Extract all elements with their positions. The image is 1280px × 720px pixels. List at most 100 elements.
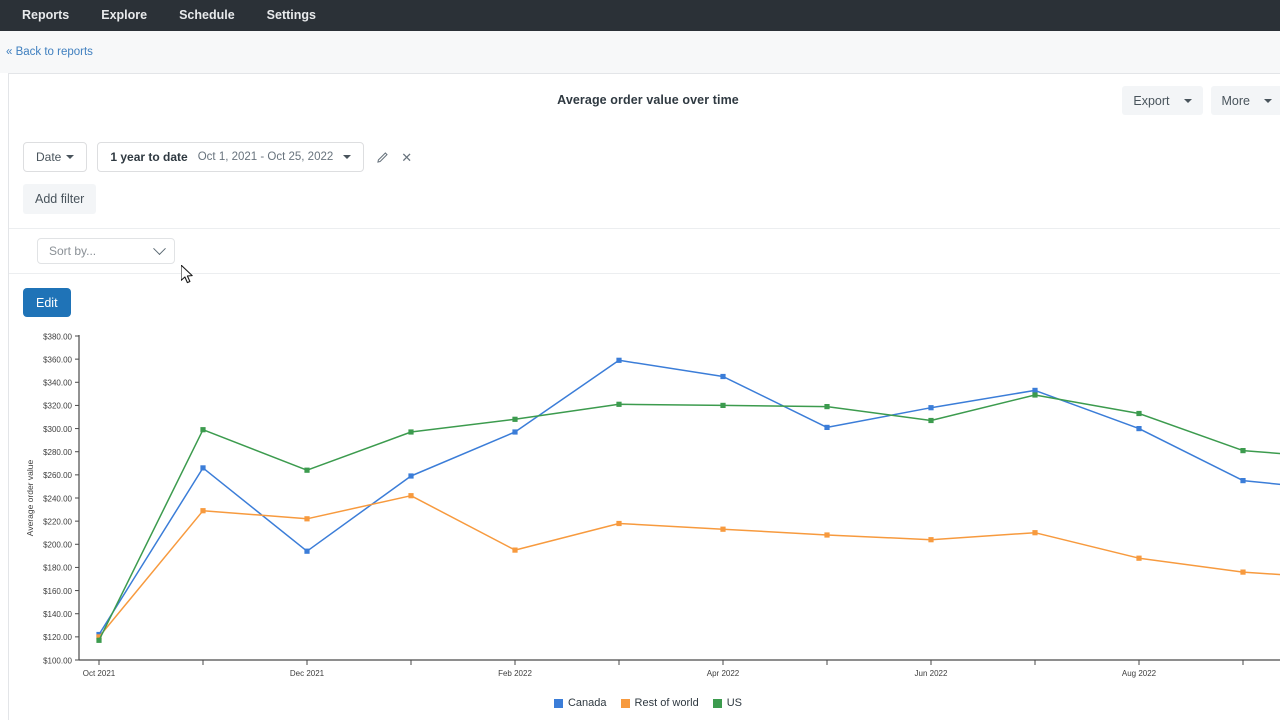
y-axis-tick-label: $340.00 [43, 379, 72, 388]
legend-item-us[interactable]: US [713, 697, 742, 709]
chart-line-canada [99, 360, 1280, 634]
add-filter-container: Add filter [9, 178, 1280, 214]
chart-point-marker[interactable] [512, 548, 517, 553]
chart-point-marker[interactable] [304, 549, 309, 554]
chart-point-marker[interactable] [1136, 426, 1141, 431]
caret-down-icon [66, 155, 74, 159]
chart-point-marker[interactable] [200, 508, 205, 513]
chart-point-marker[interactable] [1240, 478, 1245, 483]
chart-point-marker[interactable] [512, 429, 517, 434]
filter-bar: Date 1 year to date Oct 1, 2021 - Oct 25… [9, 136, 1280, 178]
header-actions: Export More [1122, 86, 1280, 115]
nav-item-explore[interactable]: Explore [85, 0, 163, 31]
chart-point-marker[interactable] [408, 473, 413, 478]
more-button[interactable]: More [1211, 86, 1280, 115]
export-button-label: Export [1133, 94, 1169, 108]
chart-container: $100.00 $120.00 $140.00 $160.00 $180.00 $200.… [9, 328, 1280, 713]
legend-item-rest-of-world[interactable]: Rest of world [621, 697, 699, 709]
chart-point-marker[interactable] [200, 427, 205, 432]
chart-line-rest-of-world [99, 496, 1280, 637]
date-range-value: Oct 1, 2021 - Oct 25, 2022 [198, 151, 334, 163]
x-axis-tick-label: Jun 2022 [915, 669, 948, 678]
y-axis-tick-label: $300.00 [43, 425, 72, 434]
legend-swatch-icon [713, 699, 722, 708]
y-axis-tick-label: $180.00 [43, 564, 72, 573]
chart-point-marker[interactable] [304, 516, 309, 521]
y-axis-tick-label: $380.00 [43, 332, 72, 341]
chart-point-marker[interactable] [720, 374, 725, 379]
chart-point-marker[interactable] [1136, 411, 1141, 416]
edit-button[interactable]: Edit [23, 288, 71, 317]
y-axis-tick-label: $240.00 [43, 494, 72, 503]
chart-point-marker[interactable] [928, 405, 933, 410]
chart-point-marker[interactable] [1136, 556, 1141, 561]
y-axis-tick-label: $320.00 [43, 402, 72, 411]
date-range-filter[interactable]: 1 year to date Oct 1, 2021 - Oct 25, 202… [97, 142, 364, 172]
sort-bar: Sort by... [9, 228, 1280, 274]
chart-point-marker[interactable] [408, 493, 413, 498]
y-axis-tick-label: $100.00 [43, 656, 72, 665]
chart-point-marker[interactable] [1032, 392, 1037, 397]
edit-container: Edit [9, 274, 1280, 317]
back-to-reports-link[interactable]: « Back to reports [6, 46, 93, 58]
sort-by-placeholder: Sort by... [49, 244, 96, 258]
chart-point-marker[interactable] [96, 638, 101, 643]
close-icon[interactable]: ✕ [401, 151, 412, 164]
y-axis-tick-label: $260.00 [43, 471, 72, 480]
chart-point-marker[interactable] [616, 521, 621, 526]
x-axis-tick-label: Feb 2022 [498, 669, 532, 678]
caret-down-icon [1184, 99, 1192, 103]
nav-item-reports[interactable]: Reports [6, 0, 85, 31]
chart-point-marker[interactable] [304, 468, 309, 473]
chart-point-marker[interactable] [200, 465, 205, 470]
x-axis-tick-label: Oct 2021 [83, 669, 116, 678]
chart-point-marker[interactable] [720, 527, 725, 532]
breadcrumb: « Back to reports [0, 31, 1280, 73]
add-filter-button[interactable]: Add filter [23, 184, 96, 214]
page-title: Average order value over time [9, 93, 1280, 107]
legend-item-canada[interactable]: Canada [554, 697, 607, 709]
chart-point-marker[interactable] [408, 429, 413, 434]
legend-label: Rest of world [635, 697, 699, 709]
chart-point-marker[interactable] [1240, 448, 1245, 453]
nav-item-settings[interactable]: Settings [251, 0, 332, 31]
chevron-down-icon [153, 242, 166, 255]
chart-point-marker[interactable] [616, 358, 621, 363]
x-axis-tick-label: Dec 2021 [290, 669, 325, 678]
y-axis-tick-label: $160.00 [43, 587, 72, 596]
y-axis-tick-label: $360.00 [43, 355, 72, 364]
report-header: Average order value over time Export Mor… [9, 74, 1280, 130]
date-filter-button[interactable]: Date [23, 142, 87, 172]
chart-point-marker[interactable] [512, 417, 517, 422]
export-button[interactable]: Export [1122, 86, 1202, 115]
legend-swatch-icon [621, 699, 630, 708]
caret-down-icon [343, 155, 351, 159]
date-range-name: 1 year to date [110, 150, 187, 164]
chart-point-marker[interactable] [1240, 570, 1245, 575]
x-axis-tick-label: Aug 2022 [1122, 669, 1157, 678]
y-axis-tick-label: $120.00 [43, 633, 72, 642]
y-axis-tick-label: $220.00 [43, 517, 72, 526]
date-filter-label: Date [36, 150, 61, 164]
legend-swatch-icon [554, 699, 563, 708]
chart-point-marker[interactable] [928, 418, 933, 423]
caret-down-icon [1264, 99, 1272, 103]
y-axis-tick-label: $140.00 [43, 610, 72, 619]
pencil-icon[interactable] [376, 151, 389, 164]
y-axis-tick-label: $200.00 [43, 541, 72, 550]
chart-point-marker[interactable] [824, 532, 829, 537]
chart-point-marker[interactable] [824, 404, 829, 409]
line-chart: $100.00 $120.00 $140.00 $160.00 $180.00 $200.… [9, 328, 1280, 688]
chart-point-marker[interactable] [824, 425, 829, 430]
chart-point-marker[interactable] [616, 402, 621, 407]
y-axis-title: Average order value [25, 460, 35, 537]
chart-point-marker[interactable] [1032, 530, 1037, 535]
y-axis-tick-label: $280.00 [43, 448, 72, 457]
legend-label: US [727, 697, 742, 709]
sort-by-select[interactable]: Sort by... [37, 238, 175, 264]
nav-item-schedule[interactable]: Schedule [163, 0, 251, 31]
chart-point-marker[interactable] [1032, 388, 1037, 393]
chart-point-marker[interactable] [928, 537, 933, 542]
legend-label: Canada [568, 697, 607, 709]
chart-point-marker[interactable] [720, 403, 725, 408]
